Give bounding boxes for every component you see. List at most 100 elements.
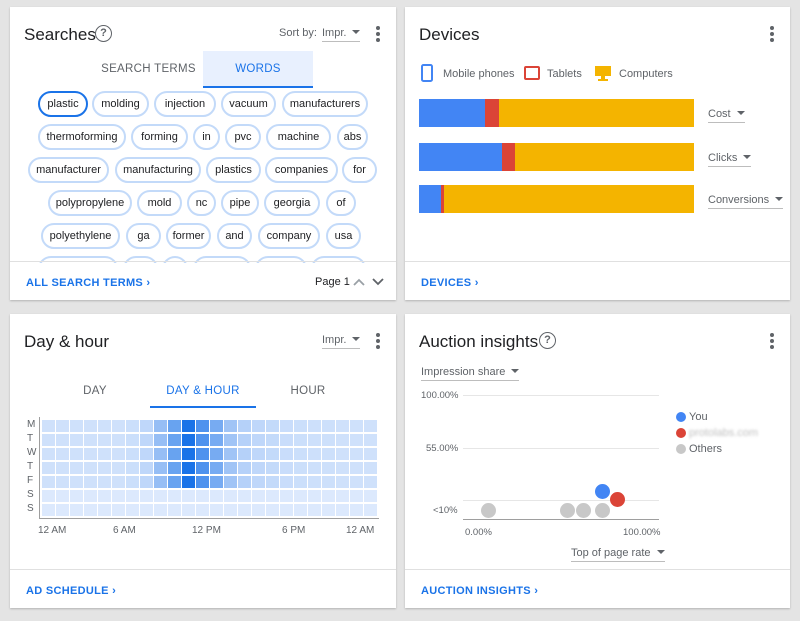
heatmap-cell[interactable] [98,434,111,446]
heatmap-cell[interactable] [294,420,307,432]
heatmap-cell[interactable] [238,476,251,488]
heatmap-cell[interactable] [252,420,265,432]
heatmap-cell[interactable] [294,476,307,488]
heatmap-cell[interactable] [266,476,279,488]
heatmap-cell[interactable] [224,448,237,460]
heatmap-cell[interactable] [350,448,363,460]
heatmap-cell[interactable] [252,490,265,502]
heatmap-cell[interactable] [84,476,97,488]
heatmap-cell[interactable] [168,420,181,432]
heatmap-cell[interactable] [70,462,83,474]
tab-search-terms[interactable]: SEARCH TERMS [95,51,202,88]
ad-schedule-link[interactable]: AD SCHEDULE › [26,585,116,597]
word-chip[interactable]: in [193,124,220,150]
heatmap-cell[interactable] [56,476,69,488]
heatmap-cell[interactable] [70,476,83,488]
heatmap-cell[interactable] [168,462,181,474]
heatmap-cell[interactable] [182,490,195,502]
heatmap-cell[interactable] [42,434,55,446]
device-bar[interactable] [419,185,694,213]
word-chip[interactable]: polyethylene [41,223,120,249]
heatmap-cell[interactable] [350,434,363,446]
heatmap-cell[interactable] [336,490,349,502]
heatmap-cell[interactable] [280,434,293,446]
heatmap-cell[interactable] [112,504,125,516]
heatmap-cell[interactable] [56,448,69,460]
heatmap-cell[interactable] [56,434,69,446]
metric-dropdown[interactable]: Impr. [322,334,361,349]
heatmap-cell[interactable] [140,434,153,446]
heatmap-cell[interactable] [182,476,195,488]
heatmap-cell[interactable] [126,490,139,502]
heatmap-cell[interactable] [308,434,321,446]
word-chip[interactable]: forming [131,124,188,150]
more-options-icon[interactable] [376,26,380,44]
device-bar[interactable] [419,99,694,127]
heatmap-cell[interactable] [196,420,209,432]
heatmap-cell[interactable] [280,448,293,460]
heatmap-cell[interactable] [182,420,195,432]
heatmap-cell[interactable] [252,476,265,488]
heatmap-cell[interactable] [42,420,55,432]
heatmap-cell[interactable] [294,504,307,516]
heatmap-cell[interactable] [154,462,167,474]
word-chip[interactable]: vacuum [221,91,276,117]
heatmap-cell[interactable] [56,490,69,502]
heatmap-cell[interactable] [308,504,321,516]
competitor-dot[interactable] [595,503,610,518]
competitor-dot[interactable] [576,503,591,518]
word-chip[interactable]: plastic [38,91,88,117]
word-chip[interactable]: thermoforming [38,124,126,150]
heatmap-cell[interactable] [322,448,335,460]
heatmap-cell[interactable] [224,476,237,488]
heatmap-cell[interactable] [238,420,251,432]
heatmap-cell[interactable] [42,448,55,460]
heatmap-cell[interactable] [70,504,83,516]
auction-insights-link[interactable]: AUCTION INSIGHTS › [421,585,538,597]
chevron-down-icon[interactable] [372,278,384,286]
heatmap-cell[interactable] [196,448,209,460]
heatmap-cell[interactable] [112,448,125,460]
heatmap-cell[interactable] [364,476,377,488]
heatmap-cell[interactable] [336,420,349,432]
heatmap-cell[interactable] [70,420,83,432]
heatmap-cell[interactable] [364,448,377,460]
competitor-dot[interactable] [481,503,496,518]
word-chip[interactable]: pvc [225,124,261,150]
heatmap-cell[interactable] [210,462,223,474]
heatmap-cell[interactable] [308,476,321,488]
heatmap-cell[interactable] [140,490,153,502]
heatmap-cell[interactable] [322,420,335,432]
word-chip[interactable]: mold [137,190,182,216]
heatmap-cell[interactable] [252,448,265,460]
heatmap-cell[interactable] [196,490,209,502]
help-icon[interactable]: ? [95,25,112,42]
heatmap-cell[interactable] [42,504,55,516]
word-chip[interactable]: ga [126,223,161,249]
heatmap-cell[interactable] [364,490,377,502]
heatmap-cell[interactable] [238,448,251,460]
heatmap-cell[interactable] [266,420,279,432]
heatmap-cell[interactable] [224,504,237,516]
x-metric-dropdown[interactable]: Top of page rate [571,547,665,562]
heatmap-cell[interactable] [364,504,377,516]
heatmap-cell[interactable] [182,504,195,516]
heatmap-cell[interactable] [70,490,83,502]
heatmap-cell[interactable] [364,462,377,474]
heatmap-cell[interactable] [294,434,307,446]
device-bar[interactable] [419,143,694,171]
heatmap-cell[interactable] [252,504,265,516]
heatmap-cell[interactable] [280,462,293,474]
heatmap-cell[interactable] [84,434,97,446]
heatmap-cell[interactable] [42,476,55,488]
heatmap-cell[interactable] [168,476,181,488]
you-dot[interactable] [595,484,610,499]
heatmap-cell[interactable] [154,504,167,516]
devices-link[interactable]: DEVICES › [421,277,479,289]
heatmap-cell[interactable] [112,490,125,502]
tab-day[interactable]: DAY [60,385,130,397]
heatmap-cell[interactable] [126,462,139,474]
word-chip[interactable]: manufacturer [28,157,109,183]
heatmap-cell[interactable] [196,462,209,474]
word-chip[interactable]: manufacturing [115,157,201,183]
